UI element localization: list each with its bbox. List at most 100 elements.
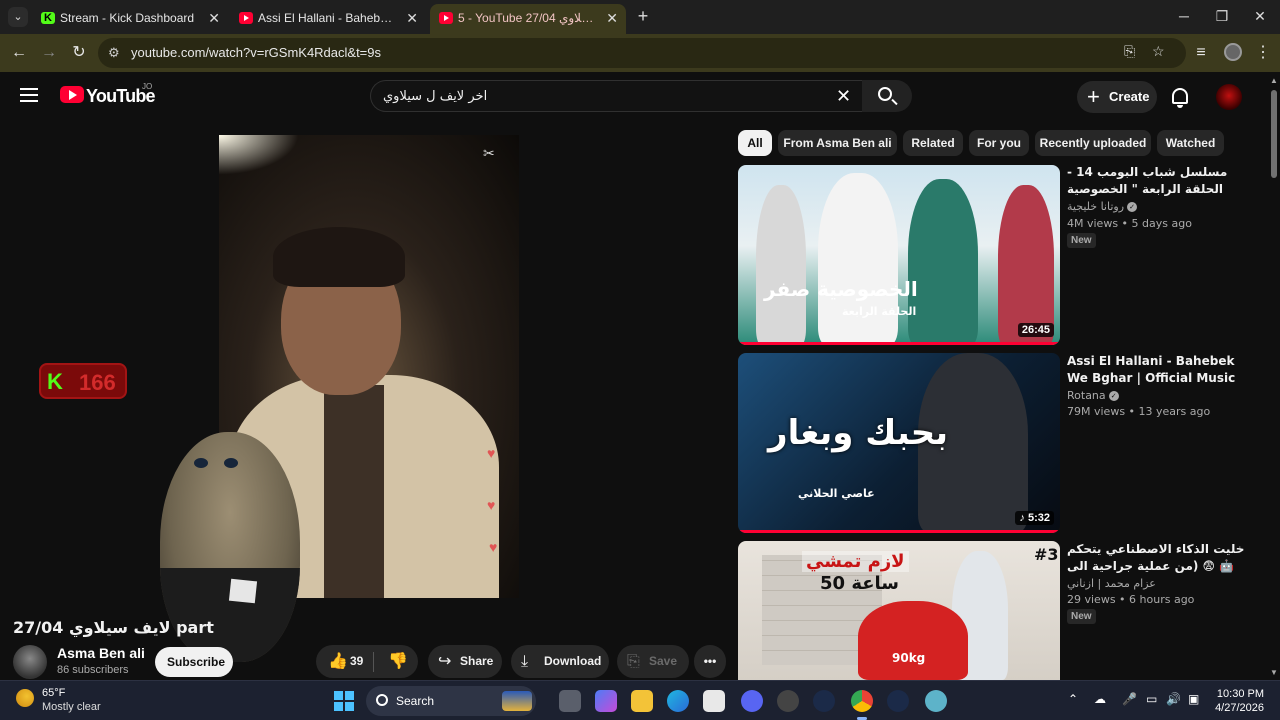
like-dislike-group: 👍 39 👎 <box>316 645 418 678</box>
discord-icon[interactable] <box>741 690 763 712</box>
download-button[interactable]: ⤓ Download <box>511 645 609 678</box>
taskbar-search[interactable]: Search <box>366 686 536 716</box>
steam-icon[interactable] <box>887 690 909 712</box>
account-avatar[interactable] <box>1216 84 1242 110</box>
close-tab-icon[interactable]: ✕ <box>606 4 618 32</box>
chip-all[interactable]: All <box>738 130 772 156</box>
save-button[interactable]: ⎘ Save <box>617 645 689 678</box>
recommendation-channel[interactable]: روتانا خليجية ✓ <box>1067 200 1138 213</box>
heart-icon: ♥ <box>487 497 496 513</box>
battery-icon[interactable]: ▣ <box>1188 692 1199 706</box>
new-tab-button[interactable]: + <box>632 6 654 28</box>
scrollbar-thumb[interactable] <box>1271 90 1277 178</box>
system-clock[interactable]: 10:30 PM 4/27/2026 <box>1212 687 1264 715</box>
chip-watched[interactable]: Watched <box>1157 130 1224 156</box>
bookmark-star-icon[interactable]: ☆ <box>1152 43 1165 60</box>
clear-search-icon[interactable]: ✕ <box>836 86 851 107</box>
chip-from-channel[interactable]: From Asma Ben ali <box>778 130 897 156</box>
recommendation-thumbnail[interactable]: بحبك وبغار عاصي الحلاني ♪ 5:32 <box>738 353 1060 533</box>
thumb-subtitle-text: 50 ساعة <box>820 573 899 594</box>
recommendation-meta: 4M views • 5 days ago <box>1067 217 1192 230</box>
app-icon[interactable] <box>925 690 947 712</box>
subscribe-button[interactable]: Subscribe <box>155 647 233 677</box>
back-arrow-icon[interactable]: ← <box>8 42 30 64</box>
menu-icon[interactable] <box>20 88 38 102</box>
recommendation-channel[interactable]: عزام محمد | ازناني <box>1067 577 1156 590</box>
scroll-up-icon[interactable]: ▲ <box>1270 76 1278 85</box>
address-bar[interactable]: ⚙ youtube.com/watch?v=rGSmK4Rdacl&t=9s ⎘… <box>98 38 1186 68</box>
tab-youtube-live[interactable]: 5 - YouTube 27/04 لايف سيلاوي ✕ <box>430 4 626 34</box>
start-icon[interactable] <box>334 691 354 711</box>
tab-assi-el-hallani[interactable]: Assi El Hallani - Bahebek We Bghar ✕ <box>230 4 426 34</box>
notifications-bell-icon[interactable] <box>1172 88 1188 108</box>
reload-icon[interactable]: ↻ <box>68 42 90 64</box>
thumb-person <box>858 601 968 680</box>
chrome-icon[interactable] <box>851 690 873 712</box>
recommendation-title[interactable]: خليت الذكاء الاصطناعي يتحكم 🤖 😨 (من عملي… <box>1067 541 1253 575</box>
restore-icon[interactable]: ❐ <box>1212 6 1232 26</box>
file-explorer-icon[interactable] <box>631 690 653 712</box>
create-label: Create <box>1109 89 1150 104</box>
duration-text: 5:32 <box>1027 512 1050 524</box>
thumb-person <box>998 185 1054 345</box>
obs-icon[interactable] <box>777 690 799 712</box>
channel-avatar[interactable] <box>13 645 47 679</box>
store-icon[interactable] <box>703 690 725 712</box>
like-count[interactable]: 39 <box>350 645 363 678</box>
temperature[interactable]: 65°F <box>42 687 65 699</box>
minimize-icon[interactable]: ─ <box>1174 6 1194 26</box>
weather-condition[interactable]: Mostly clear <box>42 701 101 713</box>
recommendation-thumbnail[interactable]: الخصوصية صفر الحلقة الرابعة 26:45 <box>738 165 1060 345</box>
channel-name[interactable]: Asma Ben ali <box>57 645 145 661</box>
thumb-weight-text: 90kg <box>892 651 926 665</box>
recommendation-thumbnail[interactable]: لازم تمشي 50 ساعة #3 90kg <box>738 541 1060 680</box>
youtube-logo-icon[interactable] <box>60 86 84 103</box>
network-icon[interactable]: ▭ <box>1146 692 1157 706</box>
like-icon[interactable]: 👍 <box>328 645 348 678</box>
close-window-icon[interactable]: ✕ <box>1250 6 1270 26</box>
search-icon <box>376 694 388 706</box>
volume-icon[interactable]: 🔊 <box>1166 692 1181 706</box>
tab-kick-dashboard[interactable]: K Stream - Kick Dashboard ✕ <box>32 4 228 34</box>
close-tab-icon[interactable]: ✕ <box>208 4 220 32</box>
recommendation-channel[interactable]: Rotana ✓ <box>1067 389 1119 402</box>
install-app-icon[interactable]: ⎘ <box>1124 43 1135 60</box>
tray-overflow-icon[interactable]: ⌃ <box>1068 692 1078 706</box>
share-button[interactable]: ↪ Share <box>428 645 502 678</box>
chip-related[interactable]: Related <box>903 130 963 156</box>
forward-arrow-icon[interactable]: → <box>38 42 60 64</box>
dislike-icon[interactable]: 👎 <box>388 645 408 678</box>
search-button[interactable] <box>862 80 912 112</box>
chip-for-you[interactable]: For you <box>969 130 1029 156</box>
steam-icon[interactable] <box>813 690 835 712</box>
recommendation-title[interactable]: مسلسل شباب البومب 14 - الحلقة الرابعة " … <box>1067 164 1253 198</box>
create-button[interactable]: + Create <box>1077 81 1157 113</box>
kick-logo-icon: K <box>47 369 63 394</box>
task-view-icon[interactable] <box>559 690 581 712</box>
chip-recently-uploaded[interactable]: Recently uploaded <box>1035 130 1151 156</box>
search-input[interactable] <box>371 81 831 111</box>
channel-name[interactable]: روتانا خليجية <box>1067 200 1124 213</box>
scroll-down-icon[interactable]: ▼ <box>1270 668 1278 677</box>
tab-search-button[interactable]: ⌄ <box>8 7 28 27</box>
browser-menu-icon[interactable]: ⋮ <box>1252 42 1274 64</box>
channel-name[interactable]: Rotana <box>1067 389 1106 402</box>
recommendation-title[interactable]: Assi El Hallani - Bahebek We Bghar | Off… <box>1067 353 1253 387</box>
edge-icon[interactable] <box>667 690 689 712</box>
plus-icon: + <box>1087 84 1100 109</box>
video-player[interactable]: ✂ ♥ ♥ ♥ K 166 <box>0 122 738 662</box>
page-scrollbar[interactable]: ▲ ▼ <box>1268 72 1280 680</box>
close-tab-icon[interactable]: ✕ <box>406 4 418 32</box>
url-text[interactable]: youtube.com/watch?v=rGSmK4Rdacl&t=9s <box>131 45 381 60</box>
media-control-icon[interactable]: ≡ <box>1190 42 1212 64</box>
copilot-icon[interactable] <box>595 690 617 712</box>
site-info-icon[interactable]: ⚙ <box>108 45 120 61</box>
more-actions-button[interactable]: ••• <box>694 645 726 678</box>
profile-avatar[interactable] <box>1224 43 1242 61</box>
thumb-subtitle-text: الحلقة الرابعة <box>842 305 917 318</box>
weather-icon[interactable] <box>16 689 34 707</box>
onedrive-icon[interactable]: ☁ <box>1094 692 1106 706</box>
microphone-icon[interactable]: 🎤 <box>1122 692 1137 706</box>
watch-progress <box>738 342 1060 345</box>
kick-icon: K <box>41 12 55 24</box>
